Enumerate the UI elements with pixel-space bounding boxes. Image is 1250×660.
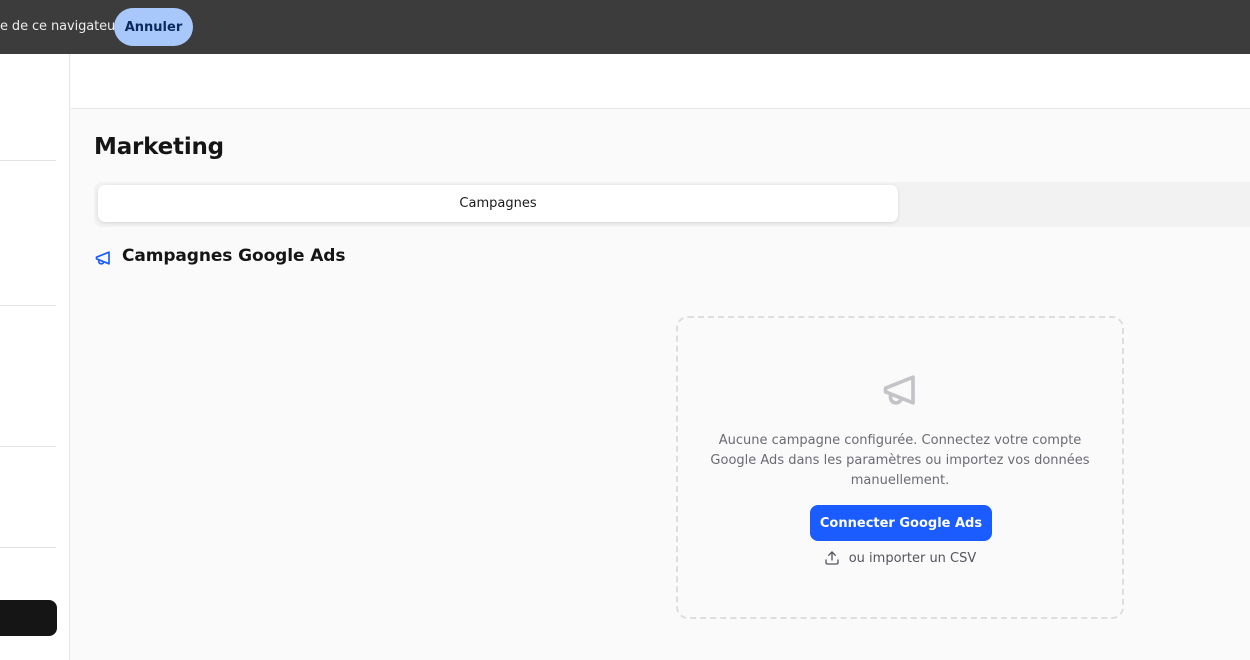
- megaphone-icon: [883, 375, 915, 405]
- tab-campagnes[interactable]: Campagnes: [98, 185, 898, 222]
- connect-google-ads-button[interactable]: Connecter Google Ads: [810, 505, 992, 541]
- page-title: Marketing: [94, 134, 224, 160]
- sidebar-divider: [0, 446, 56, 447]
- notification-text: e de ce navigateur: [0, 19, 121, 34]
- empty-state-panel: Aucune campagne configurée. Connectez vo…: [676, 316, 1124, 619]
- cancel-button[interactable]: Annuler: [114, 8, 193, 46]
- megaphone-icon: [95, 251, 110, 265]
- import-csv-label: ou importer un CSV: [848, 550, 977, 566]
- section-title: Campagnes Google Ads: [122, 246, 346, 266]
- upload-icon: [825, 551, 839, 565]
- browser-notification-bar: e de ce navigateur Annuler: [0, 0, 1250, 54]
- sidebar-divider: [0, 305, 56, 306]
- import-csv-link[interactable]: ou importer un CSV: [678, 550, 1122, 566]
- sidebar: [0, 54, 70, 660]
- empty-state-message: Aucune campagne configurée. Connectez vo…: [710, 433, 1090, 488]
- sidebar-divider: [0, 160, 56, 161]
- app-header: [71, 54, 1250, 109]
- sidebar-divider: [0, 547, 56, 548]
- sidebar-active-item[interactable]: [0, 600, 57, 636]
